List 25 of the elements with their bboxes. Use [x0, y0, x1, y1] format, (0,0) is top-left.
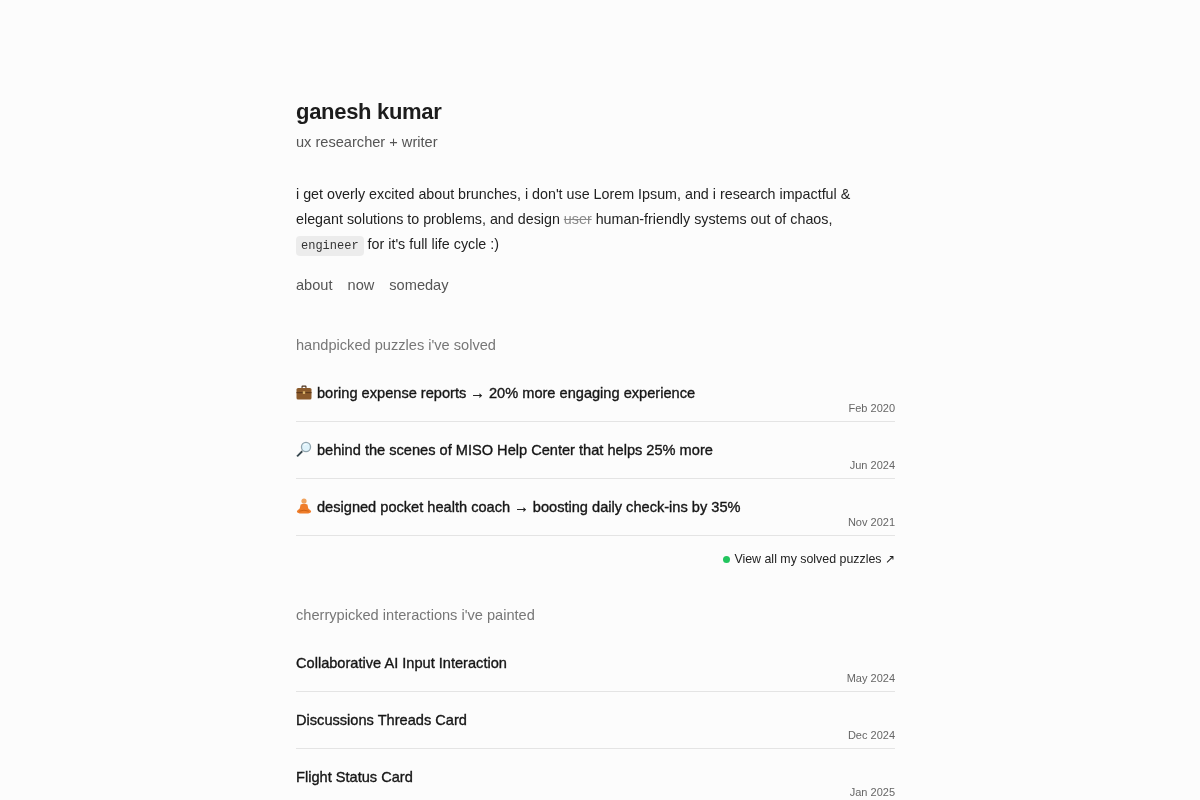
bio-paragraph: i get overly excited about brunches, i don't use Lorem Ipsum, and i research impactful & elegant solutions to problems, and design user human-friendly systems out of chaos, engineer for it's full life cycle :) [296, 182, 895, 259]
date-label: Dec 2024 [847, 728, 895, 742]
date-label: Jun 2024 [849, 458, 895, 472]
nav-link-text[interactable]: about [296, 275, 333, 295]
profile-name: ganesh kumar [296, 98, 443, 126]
magnifier-icon [296, 441, 312, 457]
project-link[interactable]: Flight Status Card [296, 769, 413, 785]
view-all-link[interactable]: View all my solved puzzles ↗ [723, 552, 895, 566]
date-label: Jan 2025 [849, 785, 895, 799]
section-heading: handpicked puzzles i've solved [296, 336, 497, 355]
briefcase-icon [296, 384, 312, 400]
person-icon [296, 498, 312, 514]
project-link[interactable]: boring expense reports → 20% more engaging experience [296, 385, 696, 401]
project-link[interactable]: Collaborative AI Input Interaction [296, 655, 507, 671]
project-link[interactable]: designed pocket health coach → boosting daily check-ins by 35% [296, 499, 741, 515]
date-label: Feb 2020 [848, 401, 895, 415]
nav-link-text[interactable]: now [347, 275, 375, 295]
date-label: May 2024 [846, 671, 895, 685]
status-dot-icon [723, 556, 731, 563]
tagline: ux researcher + writer [296, 133, 439, 152]
date-label: Nov 2021 [847, 515, 895, 529]
project-link[interactable]: Discussions Threads Card [296, 712, 467, 728]
nav-link-text[interactable]: someday [389, 275, 449, 295]
section-heading: cherrypicked interactions i've painted [296, 606, 536, 625]
project-link[interactable]: behind the scenes of MISO Help Center that helps 25% more [296, 442, 713, 458]
